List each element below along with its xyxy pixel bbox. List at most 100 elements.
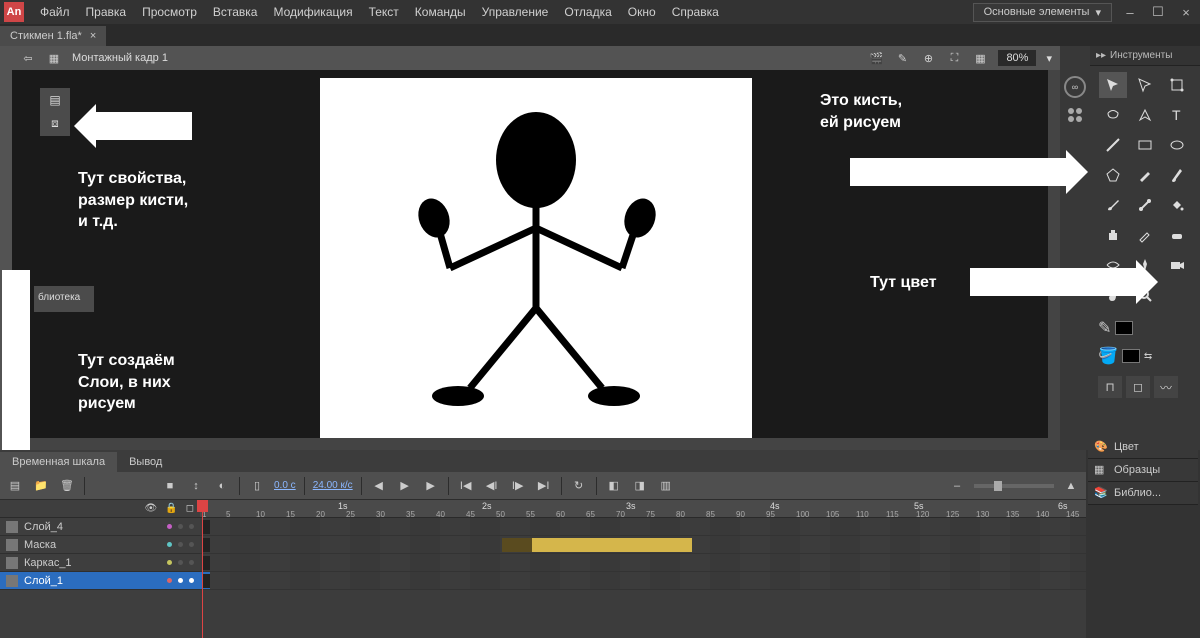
stroke-color-swatch[interactable]	[1115, 321, 1133, 335]
fill-color-swatch[interactable]	[1122, 349, 1140, 363]
grid-icon[interactable]: ▦	[972, 50, 988, 66]
library-panel-button[interactable]: 📚Библио...	[1088, 482, 1198, 505]
timeline-zoom-in-icon[interactable]: ▲	[1062, 477, 1080, 495]
timeline-tab[interactable]: Временная шкала	[0, 452, 117, 472]
output-tab[interactable]: Вывод	[117, 452, 174, 472]
swatches-panel-button[interactable]: ▦Образцы	[1088, 459, 1198, 482]
oval-tool-icon[interactable]	[1163, 132, 1191, 158]
ink-bottle-tool-icon[interactable]	[1099, 222, 1127, 248]
back-icon[interactable]: ⇦	[20, 50, 36, 66]
edit-scene-icon[interactable]: ✎	[894, 50, 910, 66]
window-close-button[interactable]: ×	[1176, 5, 1196, 20]
lasso-tool-icon[interactable]	[1099, 102, 1127, 128]
menu-edit[interactable]: Правка	[78, 5, 135, 19]
timeline-zoom-slider[interactable]	[974, 484, 1054, 488]
layer-row[interactable]: Маска	[0, 536, 200, 554]
menu-view[interactable]: Просмотр	[134, 5, 205, 19]
symbol-icon[interactable]: ⊕	[920, 50, 936, 66]
selection-tool-icon[interactable]	[1099, 72, 1127, 98]
line-tool-icon[interactable]	[1099, 132, 1127, 158]
onion2-icon[interactable]: ◨	[631, 477, 649, 495]
paint-brush-tool-icon[interactable]	[1099, 192, 1127, 218]
eraser-tool-icon[interactable]	[1163, 222, 1191, 248]
menu-text[interactable]: Текст	[361, 5, 407, 19]
camera-toggle-icon[interactable]: ■	[161, 477, 179, 495]
document-tab[interactable]: Стикмен 1.fla* ×	[0, 26, 106, 46]
bone-tool-icon[interactable]	[1131, 192, 1159, 218]
timeline-ruler[interactable]: 1s2s3s4s5s6s1510152025303540455055606570…	[200, 500, 1086, 518]
properties-mini-panel[interactable]: ▤ ⧈	[40, 88, 70, 136]
frame-lane[interactable]	[200, 518, 1086, 536]
lock-header-icon[interactable]: 🔒	[165, 503, 177, 514]
pen-tool-icon[interactable]	[1131, 102, 1159, 128]
frame-lane[interactable]	[200, 554, 1086, 572]
menu-window[interactable]: Окно	[620, 5, 664, 19]
menu-modify[interactable]: Модификация	[265, 5, 360, 19]
canvas[interactable]	[320, 78, 752, 442]
menu-control[interactable]: Управление	[474, 5, 557, 19]
scene-name[interactable]: Монтажный кадр 1	[72, 52, 168, 64]
horizontal-scrollbar[interactable]	[12, 438, 1060, 450]
go-first-icon[interactable]: I◀	[457, 477, 475, 495]
library-mini-panel[interactable]: блиотека	[34, 286, 94, 312]
menu-commands[interactable]: Команды	[407, 5, 474, 19]
vertical-scrollbar[interactable]	[1048, 70, 1060, 450]
frame-lane[interactable]	[200, 536, 1086, 554]
menu-help[interactable]: Справка	[664, 5, 727, 19]
outline-header-icon[interactable]: ◻	[186, 503, 194, 514]
play-icon[interactable]: ▶	[396, 477, 414, 495]
layer-row[interactable]: Слой_1	[0, 572, 200, 590]
next-frame-icon[interactable]: ▶	[422, 477, 440, 495]
zoom-value[interactable]: 80%	[998, 50, 1036, 66]
playhead[interactable]	[202, 500, 203, 638]
onion3-icon[interactable]: ▥	[657, 477, 675, 495]
subselection-tool-icon[interactable]	[1131, 72, 1159, 98]
close-tab-icon[interactable]: ×	[90, 30, 96, 42]
new-folder-icon[interactable]: 📁	[32, 477, 50, 495]
free-transform-tool-icon[interactable]	[1163, 72, 1191, 98]
paint-bucket-tool-icon[interactable]	[1163, 192, 1191, 218]
fps-value[interactable]: 24.00 к/с	[313, 480, 353, 491]
keyframe-indicator-icon[interactable]: ▯	[248, 477, 266, 495]
eye-header-icon[interactable]: 👁	[145, 503, 158, 514]
loop-icon[interactable]: ↻	[570, 477, 588, 495]
frame-lane[interactable]	[200, 572, 1086, 590]
step-fwd-icon[interactable]: I▶	[509, 477, 527, 495]
onion-skin-icon[interactable]: ◐	[213, 477, 231, 495]
menu-file[interactable]: Файл	[32, 5, 78, 19]
clapper-icon[interactable]: 🎬	[868, 50, 884, 66]
menu-insert[interactable]: Вставка	[205, 5, 266, 19]
snap-option-icon[interactable]: ⊓	[1098, 376, 1122, 398]
smooth-option-icon[interactable]: 〰	[1154, 376, 1178, 398]
brush-tool-icon[interactable]	[1163, 162, 1191, 188]
workspace-dropdown[interactable]: Основные элементы ▾	[973, 3, 1112, 22]
step-back-icon[interactable]: ◀I	[483, 477, 501, 495]
text-tool-icon[interactable]: T	[1163, 102, 1191, 128]
menu-debug[interactable]: Отладка	[556, 5, 619, 19]
polystar-tool-icon[interactable]	[1099, 162, 1127, 188]
window-maximize-button[interactable]: ☐	[1148, 4, 1168, 20]
delete-layer-icon[interactable]: 🗑	[58, 477, 76, 495]
color-panel-button[interactable]: 🎨Цвет	[1088, 436, 1198, 459]
frames-area[interactable]: 1s2s3s4s5s6s1510152025303540455055606570…	[200, 500, 1086, 638]
onion1-icon[interactable]: ◧	[605, 477, 623, 495]
fit-icon[interactable]: ⛶	[946, 50, 962, 66]
swap-colors-icon[interactable]: ⇆	[1144, 351, 1152, 362]
layer-depth-icon[interactable]: ↕	[187, 477, 205, 495]
layer-row[interactable]: Каркас_1	[0, 554, 200, 572]
pencil-tool-icon[interactable]	[1131, 162, 1159, 188]
eyedropper-tool-icon[interactable]	[1131, 222, 1159, 248]
prev-frame-icon[interactable]: ◀	[370, 477, 388, 495]
layer-row[interactable]: Слой_4	[0, 518, 200, 536]
rectangle-tool-icon[interactable]	[1131, 132, 1159, 158]
share-icon[interactable]	[1068, 108, 1082, 122]
window-minimize-button[interactable]: –	[1120, 5, 1140, 20]
new-layer-icon[interactable]: ▤	[6, 477, 24, 495]
go-last-icon[interactable]: ▶I	[535, 477, 553, 495]
cc-libraries-icon[interactable]: ∞	[1064, 76, 1086, 98]
chevron-down-icon[interactable]: ▾	[1046, 52, 1052, 65]
camera-tool-icon[interactable]	[1163, 252, 1191, 278]
object-drawing-icon[interactable]: ◻	[1126, 376, 1150, 398]
frame-time[interactable]: 0.0 с	[274, 480, 296, 491]
timeline-zoom-out-icon[interactable]: –	[948, 477, 966, 495]
